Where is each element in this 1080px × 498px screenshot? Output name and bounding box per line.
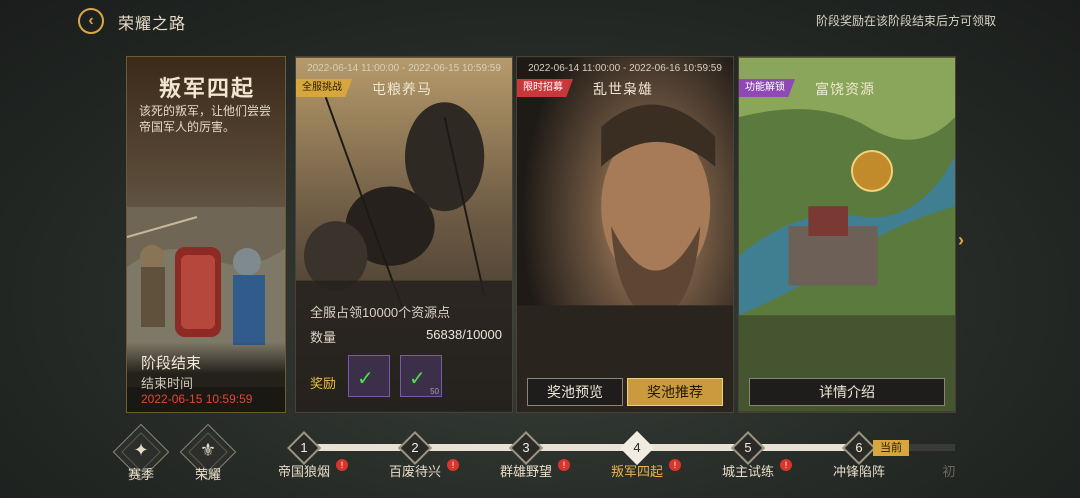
reward-item[interactable]: ✓ 50 [400, 355, 442, 397]
event-title: 乱世枭雄 [593, 82, 653, 98]
pool-recommend-button[interactable]: 奖池推荐 [627, 378, 723, 406]
stage-label-active[interactable]: 叛军四起 [597, 461, 677, 480]
current-stage-badge: 当前 [873, 440, 909, 456]
fleur-de-lis-icon: ⚜ [199, 440, 217, 460]
stage-progress-track [304, 444, 859, 451]
stage-label[interactable]: 冲锋陷阵 [819, 461, 899, 480]
warrior-portrait-illustration [517, 57, 733, 412]
tag-limited-recruit: 限时招募 [517, 79, 573, 97]
alert-badge: ! [447, 459, 459, 471]
claimed-check-icon: ✓ [409, 368, 426, 390]
details-button[interactable]: 详情介绍 [749, 378, 945, 406]
honor-label: 荣耀 [194, 467, 221, 482]
quantity-label: 数量 [310, 330, 337, 345]
season-label: 赛季 [127, 467, 154, 482]
stage-number: 3 [522, 440, 530, 455]
end-time-value: 2022-06-15 10:59:59 [141, 392, 253, 406]
event-title: 屯粮养马 [372, 82, 432, 98]
stage-intro-card: 叛军四起 该死的叛军，让他们尝尝帝国军人的厉害。 阶段结束 结束时间 2022-… [126, 56, 286, 413]
stage-label[interactable]: 群雄野望 [486, 461, 566, 480]
stage-number: 1 [300, 440, 308, 455]
season-crest-icon: ✦ [133, 440, 149, 460]
reward-label: 奖励 [310, 376, 337, 391]
event-card-server-challenge[interactable]: 2022-06-14 11:00:00 - 2022-06-15 10:59:5… [295, 56, 513, 413]
stage-label[interactable]: 城主试练 [708, 461, 788, 480]
reward-count: 50 [430, 387, 439, 396]
alert-badge: ! [780, 459, 792, 471]
event-date-range: 2022-06-14 11:00:00 - 2022-06-16 10:59:5… [528, 63, 722, 74]
stage-number: 6 [855, 440, 863, 455]
resource-fort-illustration [739, 57, 955, 412]
stage-title: 叛军四起 [158, 76, 255, 102]
alert-badge: ! [669, 459, 681, 471]
event-title: 富饶资源 [815, 82, 875, 98]
stage-label[interactable]: 帝国狼烟 [264, 461, 344, 480]
pool-preview-button[interactable]: 奖池预览 [527, 378, 623, 406]
chevron-right-icon[interactable]: › [958, 230, 964, 251]
event-card-limited-recruit[interactable]: 2022-06-14 11:00:00 - 2022-06-16 10:59:5… [516, 56, 734, 413]
event-date-range: 2022-06-14 11:00:00 - 2022-06-15 10:59:5… [307, 63, 501, 74]
stage-label[interactable]: 百废待兴 [375, 461, 455, 480]
quantity-value: 56838/10000 [426, 327, 502, 342]
alert-badge: ! [558, 459, 570, 471]
back-button[interactable]: ‹ [78, 8, 104, 34]
header: ‹ 荣耀之路 阶段奖励在该阶段结束后方可领取 [0, 0, 1080, 40]
reward-item[interactable]: ✓ [348, 355, 390, 397]
stage-number: 4 [633, 440, 641, 455]
stage-description: 该死的叛军，让他们尝尝帝国军人的厉害。 [139, 104, 272, 134]
resource-badge-icon [851, 150, 893, 192]
alert-badge: ! [336, 459, 348, 471]
claimed-check-icon: ✓ [357, 368, 374, 390]
stage-status: 阶段结束 [141, 355, 202, 372]
tag-server-challenge: 全服挑战 [296, 79, 352, 97]
end-time-label: 结束时间 [141, 376, 194, 391]
stage-reward-note: 阶段奖励在该阶段结束后方可领取 [815, 14, 996, 28]
page-title: 荣耀之路 [118, 16, 187, 33]
tag-feature-unlock: 功能解锁 [739, 79, 795, 97]
stage-label-next[interactable]: 初 [929, 461, 969, 480]
stage-number: 5 [744, 440, 752, 455]
arrow-left-icon: ‹ [88, 12, 94, 29]
event-objective: 全服占领10000个资源点 [310, 305, 451, 320]
event-card-feature-unlock[interactable]: 功能解锁 富饶资源 详情介绍 [738, 56, 956, 413]
stage-number: 2 [411, 440, 419, 455]
